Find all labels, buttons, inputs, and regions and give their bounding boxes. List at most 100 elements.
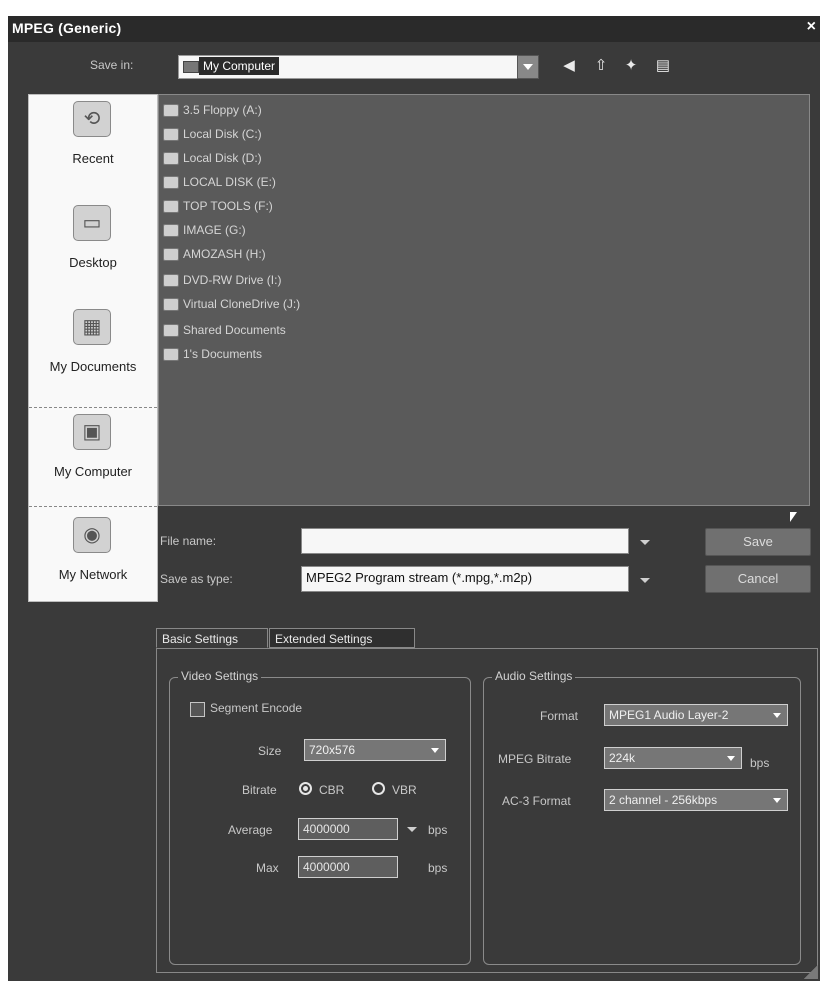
back-icon[interactable]: ◀	[560, 57, 578, 75]
average-unit: bps	[428, 823, 448, 837]
resize-grip-icon[interactable]	[804, 965, 818, 979]
chevron-down-icon[interactable]	[640, 578, 650, 583]
place-desktop[interactable]: ▭ Desktop	[29, 199, 157, 297]
list-item-label: 1's Documents	[183, 347, 262, 361]
chevron-down-icon[interactable]	[640, 540, 650, 545]
mouse-pointer-icon	[790, 512, 797, 522]
ac3-format-dropdown[interactable]: 2 channel - 256kbps	[604, 789, 788, 811]
place-my-computer[interactable]: ▣ My Computer	[29, 407, 157, 507]
bitrate-label: Bitrate	[242, 783, 277, 797]
mpeg-bitrate-dropdown[interactable]: 224k	[604, 747, 742, 769]
list-item[interactable]: DVD-RW Drive (I:)	[163, 269, 281, 291]
vbr-label: VBR	[392, 783, 417, 797]
list-item[interactable]: TOP TOOLS (F:)	[163, 195, 273, 217]
places-bar: ⟲ Recent ▭ Desktop ▦ My Documents ▣ My C…	[28, 94, 158, 602]
audio-settings-group: Audio Settings Format MPEG1 Audio Layer-…	[483, 669, 801, 965]
mpeg-bitrate-value: 224k	[609, 751, 636, 765]
title-bar[interactable]: MPEG (Generic) ×	[8, 16, 820, 42]
chevron-down-icon[interactable]	[407, 827, 417, 832]
folder-icon	[163, 323, 179, 337]
list-item[interactable]: LOCAL DISK (E:)	[163, 171, 276, 193]
chevron-down-icon	[727, 756, 735, 761]
list-item[interactable]: Local Disk (C:)	[163, 123, 262, 145]
audio-settings-title: Audio Settings	[492, 669, 576, 683]
list-item-label: LOCAL DISK (E:)	[183, 175, 276, 189]
average-label: Average	[228, 823, 273, 837]
save-in-dropdown-button[interactable]	[517, 55, 539, 79]
network-icon: ◉	[73, 517, 111, 553]
file-list[interactable]: 3.5 Floppy (A:) Local Disk (C:) Local Di…	[158, 94, 810, 506]
list-item-label: Local Disk (C:)	[183, 127, 262, 141]
list-item-label: TOP TOOLS (F:)	[183, 199, 273, 213]
cbr-radio[interactable]	[299, 782, 312, 795]
size-dropdown[interactable]: 720x576	[304, 739, 446, 761]
virtual-drive-icon	[163, 297, 179, 311]
list-item-label: Local Disk (D:)	[183, 151, 262, 165]
max-bitrate-input[interactable]: 4000000	[298, 856, 398, 878]
save-as-type-select[interactable]: MPEG2 Program stream (*.mpg,*.m2p)	[301, 566, 629, 592]
max-unit: bps	[428, 861, 448, 875]
format-label: Format	[540, 709, 579, 723]
list-item[interactable]: Local Disk (D:)	[163, 147, 262, 169]
save-as-type-label: Save as type:	[160, 572, 233, 586]
hard-disk-icon	[163, 127, 179, 141]
max-label: Max	[256, 861, 279, 875]
average-bitrate-input[interactable]: 4000000	[298, 818, 398, 840]
my-computer-icon	[183, 61, 199, 73]
list-item[interactable]: Virtual CloneDrive (J:)	[163, 293, 300, 315]
size-label: Size	[258, 744, 282, 758]
mpeg-bitrate-label: MPEG Bitrate	[498, 752, 572, 766]
ac3-format-label: AC-3 Format	[502, 794, 571, 808]
floppy-icon	[163, 103, 179, 117]
place-my-documents[interactable]: ▦ My Documents	[29, 303, 157, 401]
list-item-label: AMOZASH (H:)	[183, 247, 266, 261]
folder-icon	[163, 347, 179, 361]
list-item-label: DVD-RW Drive (I:)	[183, 273, 282, 287]
basic-settings-panel: Video Settings Segment Encode Size 720x5…	[156, 648, 818, 973]
hard-disk-icon	[163, 199, 179, 213]
segment-encode-checkbox[interactable]	[190, 702, 205, 717]
list-item[interactable]: 1's Documents	[163, 343, 262, 365]
save-button[interactable]: Save	[705, 528, 811, 556]
place-label: Desktop	[69, 255, 117, 270]
cancel-button[interactable]: Cancel	[705, 565, 811, 593]
window-title: MPEG (Generic)	[12, 20, 122, 36]
file-name-input[interactable]	[301, 528, 629, 554]
new-folder-icon[interactable]: ✦	[622, 57, 640, 75]
close-icon[interactable]: ×	[807, 18, 816, 36]
list-item[interactable]: 3.5 Floppy (A:)	[163, 99, 262, 121]
list-item[interactable]: AMOZASH (H:)	[163, 243, 266, 265]
place-label: My Computer	[53, 464, 133, 479]
cbr-label: CBR	[319, 783, 345, 797]
ac3-format-value: 2 channel - 256kbps	[609, 793, 718, 807]
video-settings-group: Video Settings Segment Encode Size 720x5…	[169, 669, 471, 965]
audio-format-value: MPEG1 Audio Layer-2	[609, 708, 729, 722]
recent-icon: ⟲	[73, 101, 111, 137]
place-my-network[interactable]: ◉ My Network	[29, 511, 157, 609]
mpeg-save-dialog: MPEG (Generic) × Save in: My Computer ◀ …	[8, 16, 820, 981]
hard-disk-icon	[163, 223, 179, 237]
place-label: Recent	[72, 151, 114, 166]
list-item[interactable]: Shared Documents	[163, 319, 286, 341]
hard-disk-icon	[163, 151, 179, 165]
tab-basic-settings[interactable]: Basic Settings	[156, 628, 268, 648]
mpeg-bitrate-unit: bps	[750, 756, 770, 770]
tab-extended-settings[interactable]: Extended Settings	[269, 628, 415, 648]
chevron-down-icon	[431, 748, 439, 753]
video-settings-title: Video Settings	[178, 669, 262, 683]
up-folder-icon[interactable]: ⇧	[592, 57, 610, 75]
hard-disk-icon	[163, 175, 179, 189]
list-item-label: Virtual CloneDrive (J:)	[183, 297, 301, 311]
hard-disk-icon	[163, 247, 179, 261]
chevron-down-icon	[773, 713, 781, 718]
place-recent[interactable]: ⟲ Recent	[29, 95, 157, 193]
desktop-icon: ▭	[73, 205, 111, 241]
vbr-radio[interactable]	[372, 782, 385, 795]
save-in-combo[interactable]: My Computer	[178, 55, 518, 79]
list-item[interactable]: IMAGE (G:)	[163, 219, 246, 241]
audio-format-dropdown[interactable]: MPEG1 Audio Layer-2	[604, 704, 788, 726]
view-menu-icon[interactable]: ▤	[654, 57, 672, 75]
segment-encode-label: Segment Encode	[210, 701, 303, 715]
list-item-label: 3.5 Floppy (A:)	[183, 103, 262, 117]
my-documents-icon: ▦	[73, 309, 111, 345]
